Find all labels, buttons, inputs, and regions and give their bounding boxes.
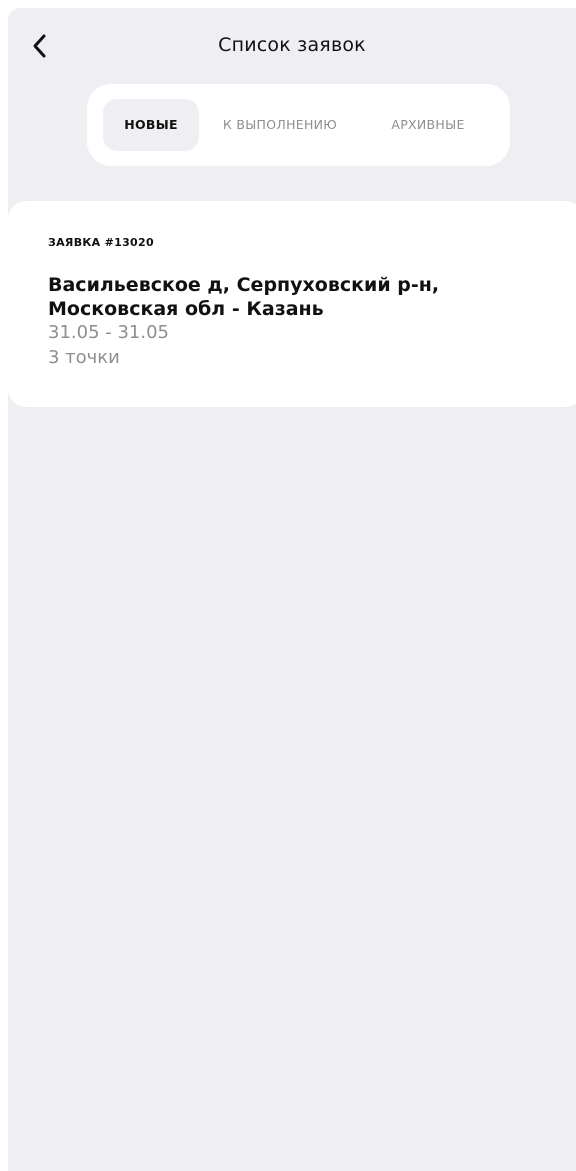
- header: Список заявок: [8, 28, 576, 68]
- request-id: ЗАЯВКА #13020: [48, 236, 154, 249]
- screen: Список заявок НОВЫЕ К ВЫПОЛНЕНИЮ АРХИВНЫ…: [8, 8, 576, 1171]
- tab-in-progress[interactable]: К ВЫПОЛНЕНИЮ: [205, 99, 355, 151]
- tab-new[interactable]: НОВЫЕ: [103, 99, 199, 151]
- page-title: Список заявок: [218, 34, 366, 56]
- request-dates: 31.05 - 31.05: [48, 322, 169, 343]
- request-card[interactable]: ЗАЯВКА #13020 Васильевское д, Серпуховск…: [8, 201, 576, 407]
- request-route: Васильевское д, Серпуховский р-н, Москов…: [48, 274, 440, 320]
- tab-archive[interactable]: АРХИВНЫЕ: [363, 99, 493, 151]
- tab-bar: НОВЫЕ К ВЫПОЛНЕНИЮ АРХИВНЫЕ: [87, 84, 510, 166]
- request-points-count: 3 точки: [48, 347, 120, 368]
